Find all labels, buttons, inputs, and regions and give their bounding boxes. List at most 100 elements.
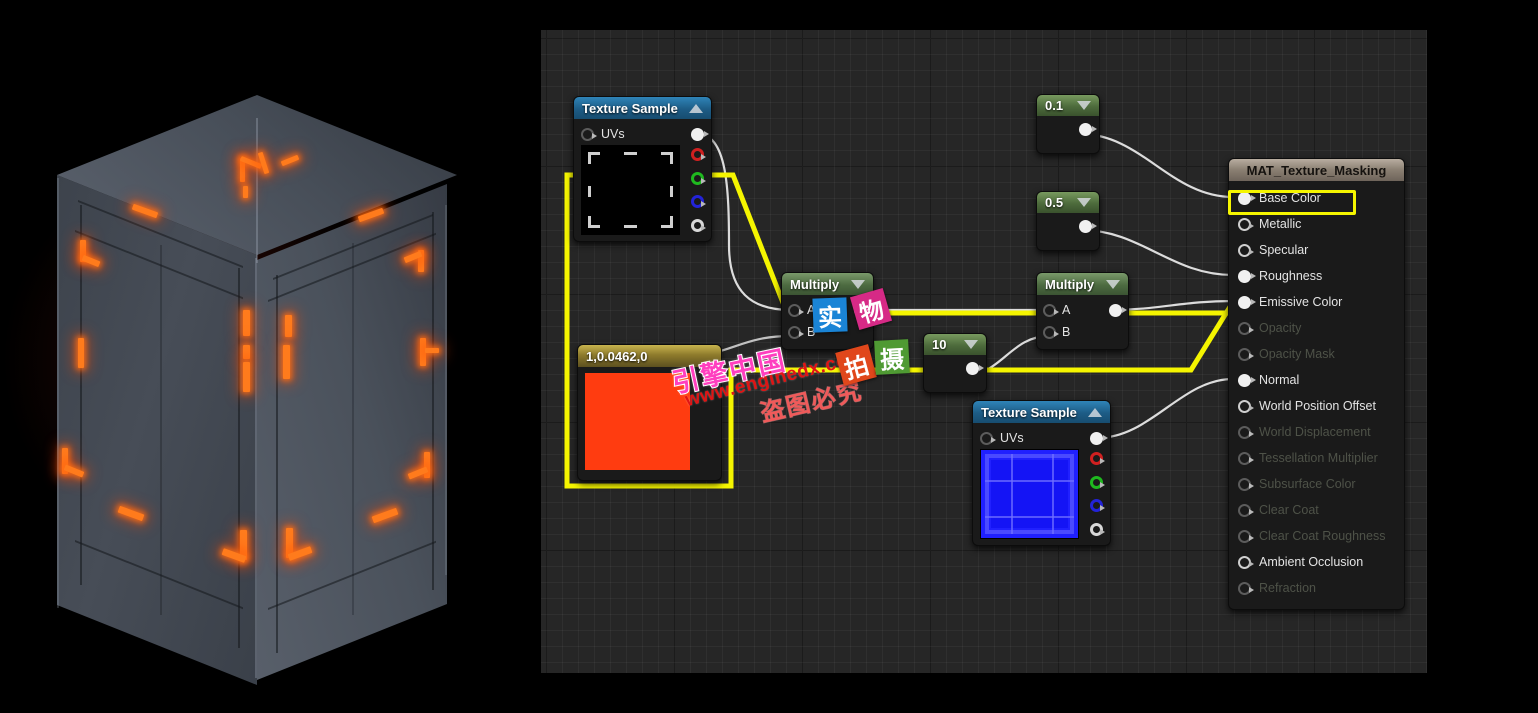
node-body xyxy=(1037,213,1099,250)
node-header[interactable]: 0.5 xyxy=(1037,192,1099,213)
pin-row-a[interactable]: A xyxy=(1037,299,1128,321)
node-header[interactable]: Texture Sample xyxy=(973,401,1110,423)
node-title: Texture Sample xyxy=(582,101,689,116)
node-texture-sample-1[interactable]: Texture Sample UVs xyxy=(573,96,712,242)
material-pin-label: Clear Coat Roughness xyxy=(1259,529,1385,543)
emissive-accent xyxy=(425,348,439,353)
material-pin-label: Clear Coat xyxy=(1259,503,1319,517)
input-pin-a[interactable] xyxy=(788,304,801,317)
node-header[interactable]: Multiply xyxy=(782,273,873,295)
input-pin-b[interactable] xyxy=(1043,326,1056,339)
material-pin-roughness[interactable]: Roughness xyxy=(1229,263,1404,289)
node-header[interactable]: Multiply xyxy=(1037,273,1128,295)
output-pin-rgb[interactable] xyxy=(1090,432,1103,445)
output-pin-rgb[interactable] xyxy=(691,128,704,141)
triangle-up-icon[interactable] xyxy=(689,104,703,113)
input-pin-disabled[interactable] xyxy=(1238,426,1251,439)
material-pin-specular[interactable]: Specular xyxy=(1229,237,1404,263)
node-constant3vector[interactable]: 1,0.0462,0 xyxy=(577,344,722,481)
node-constant-0-5[interactable]: 0.5 xyxy=(1036,191,1100,251)
node-header[interactable]: 0.1 xyxy=(1037,95,1099,116)
material-pin-clear-coat[interactable]: Clear Coat xyxy=(1229,497,1404,523)
node-material-output[interactable]: MAT_Texture_Masking Base ColorMetallicSp… xyxy=(1228,158,1405,610)
output-pin[interactable] xyxy=(1109,304,1122,317)
input-pin-connected[interactable] xyxy=(1238,296,1251,309)
input-pin-b[interactable] xyxy=(788,326,801,339)
material-pin-label: Tessellation Multiplier xyxy=(1259,451,1378,465)
node-body xyxy=(924,355,986,392)
material-pin-opacity-mask[interactable]: Opacity Mask xyxy=(1229,341,1404,367)
output-pin[interactable] xyxy=(1079,123,1092,136)
input-pin-uvs[interactable] xyxy=(581,128,594,141)
material-pin-emissive-color[interactable]: Emissive Color xyxy=(1229,289,1404,315)
output-pin-r[interactable] xyxy=(691,148,704,161)
tile-char: 实 xyxy=(817,297,842,333)
pin-row-uvs[interactable]: UVs xyxy=(574,123,711,145)
node-multiply-2[interactable]: Multiply A B xyxy=(1036,272,1129,350)
input-pin-connected[interactable] xyxy=(1238,270,1251,283)
emissive-color-highlight-box xyxy=(1228,190,1356,215)
node-constant-0-1[interactable]: 0.1 xyxy=(1036,94,1100,154)
input-pin-uvs[interactable] xyxy=(980,432,993,445)
input-pin-available[interactable] xyxy=(1238,244,1251,257)
input-pin-disabled[interactable] xyxy=(1238,348,1251,361)
material-pin-subsurface-color[interactable]: Subsurface Color xyxy=(1229,471,1404,497)
pin-label-uvs: UVs xyxy=(1000,431,1024,445)
material-pin-world-displacement[interactable]: World Displacement xyxy=(1229,419,1404,445)
output-pin-b[interactable] xyxy=(1090,499,1103,512)
triangle-down-icon[interactable] xyxy=(1077,198,1091,207)
input-pin-a[interactable] xyxy=(1043,304,1056,317)
input-pin-disabled[interactable] xyxy=(1238,322,1251,335)
node-header[interactable]: 1,0.0462,0 xyxy=(578,345,721,367)
triangle-down-icon[interactable] xyxy=(1077,101,1091,110)
node-constant-10[interactable]: 10 xyxy=(923,333,987,393)
pin-label-uvs: UVs xyxy=(601,127,625,141)
material-pin-label: Metallic xyxy=(1259,217,1301,231)
node-texture-sample-2[interactable]: Texture Sample UVs xyxy=(972,400,1111,546)
output-pin-g[interactable] xyxy=(1090,476,1103,489)
input-pin-available[interactable] xyxy=(1238,218,1251,231)
output-pin[interactable] xyxy=(1079,220,1092,233)
triangle-down-icon[interactable] xyxy=(964,340,978,349)
node-body xyxy=(1037,116,1099,153)
material-pin-label: Normal xyxy=(1259,373,1299,387)
output-pin-a[interactable] xyxy=(1090,523,1103,536)
node-header[interactable]: Texture Sample xyxy=(574,97,711,119)
pin-row-b[interactable]: B xyxy=(1037,321,1128,343)
material-pin-refraction[interactable]: Refraction xyxy=(1229,575,1404,601)
input-pin-disabled[interactable] xyxy=(1238,530,1251,543)
material-preview-viewport[interactable] xyxy=(0,0,500,713)
material-pin-ambient-occlusion[interactable]: Ambient Occlusion xyxy=(1229,549,1404,575)
input-pin-disabled[interactable] xyxy=(1238,582,1251,595)
output-pin-b[interactable] xyxy=(691,195,704,208)
material-pin-opacity[interactable]: Opacity xyxy=(1229,315,1404,341)
output-pin-g[interactable] xyxy=(691,172,704,185)
input-pin-connected[interactable] xyxy=(1238,374,1251,387)
material-pin-label: Refraction xyxy=(1259,581,1316,595)
material-pin-tessellation-multiplier[interactable]: Tessellation Multiplier xyxy=(1229,445,1404,471)
output-pin[interactable] xyxy=(966,362,979,375)
output-pin-r[interactable] xyxy=(1090,452,1103,465)
triangle-down-icon[interactable] xyxy=(851,280,865,289)
input-pin-disabled[interactable] xyxy=(1238,452,1251,465)
input-pin-disabled[interactable] xyxy=(1238,504,1251,517)
material-pin-label: World Position Offset xyxy=(1259,399,1376,413)
material-pin-normal[interactable]: Normal xyxy=(1229,367,1404,393)
pin-row-uvs[interactable]: UVs xyxy=(973,427,1110,449)
input-pin-disabled[interactable] xyxy=(1238,478,1251,491)
material-pin-world-position-offset[interactable]: World Position Offset xyxy=(1229,393,1404,419)
color-swatch[interactable] xyxy=(585,373,690,470)
material-pin-label: Opacity Mask xyxy=(1259,347,1335,361)
input-pin-available[interactable] xyxy=(1238,400,1251,413)
material-pin-clear-coat-roughness[interactable]: Clear Coat Roughness xyxy=(1229,523,1404,549)
triangle-down-icon[interactable] xyxy=(1106,280,1120,289)
node-header[interactable]: 10 xyxy=(924,334,986,355)
texture-thumbnail-2[interactable] xyxy=(980,449,1079,539)
output-pin-a[interactable] xyxy=(691,219,704,232)
material-graph-canvas[interactable]: Texture Sample UVs xyxy=(541,30,1427,673)
triangle-up-icon[interactable] xyxy=(1088,408,1102,417)
input-pin-available[interactable] xyxy=(1238,556,1251,569)
node-header[interactable]: MAT_Texture_Masking xyxy=(1229,159,1404,181)
tile-char: 拍 xyxy=(840,345,872,385)
texture-thumbnail-1[interactable] xyxy=(581,145,680,235)
